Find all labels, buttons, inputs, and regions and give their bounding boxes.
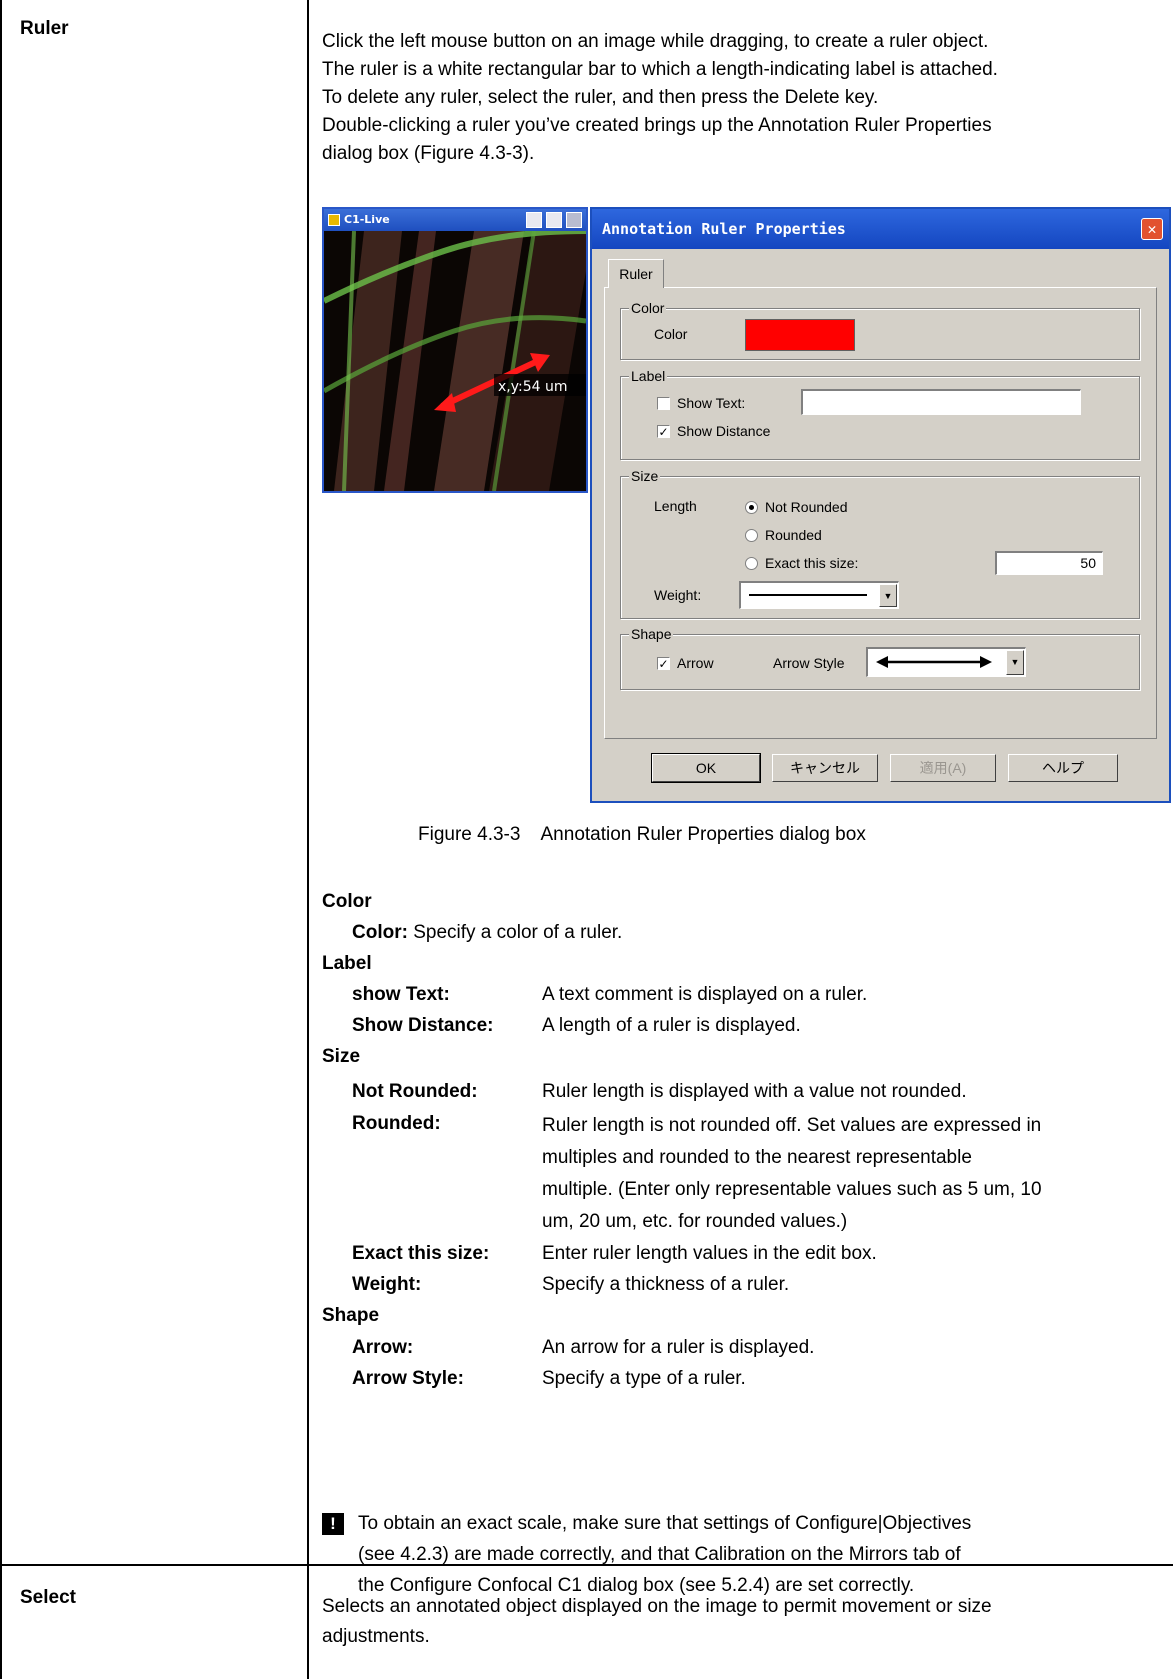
show-text-checkbox[interactable] xyxy=(657,397,670,410)
tab-ruler[interactable]: Ruler xyxy=(608,259,664,288)
weight-label: Weight: xyxy=(654,587,702,603)
note-line: (see 4.2.3) are made correctly, and that… xyxy=(358,1544,961,1565)
color-swatch-button[interactable] xyxy=(745,319,855,351)
intro-line: Click the left mouse button on an image … xyxy=(322,31,989,52)
exact-size-term: Exact this size: xyxy=(352,1243,490,1264)
label-heading: Label xyxy=(322,953,372,974)
chevron-down-icon[interactable]: ▼ xyxy=(1006,650,1024,675)
rounded-desc: Ruler length is not rounded off. Set val… xyxy=(542,1110,1172,1238)
exact-size-label: Exact this size: xyxy=(765,555,859,571)
intro-line: Double-clicking a ruler you’ve created b… xyxy=(322,115,992,136)
exact-size-desc: Enter ruler length values in the edit bo… xyxy=(542,1243,877,1264)
table-border-left xyxy=(0,0,2,1679)
select-line: Selects an annotated object displayed on… xyxy=(322,1596,992,1617)
select-description: Selects an annotated object displayed on… xyxy=(322,1592,1170,1652)
show-text-label: Show Text: xyxy=(677,395,746,411)
table-column-divider xyxy=(307,0,309,1679)
arrow-style-term: Arrow Style: xyxy=(352,1368,464,1389)
minimize-icon[interactable] xyxy=(526,212,542,228)
dialog-title: Annotation Ruler Properties xyxy=(602,220,846,238)
arrow-style-select[interactable]: ▼ xyxy=(866,647,1026,677)
arrow-term: Arrow: xyxy=(352,1337,414,1358)
rounded-desc-line: Ruler length is not rounded off. Set val… xyxy=(542,1115,1042,1136)
rounded-desc-line: multiple. (Enter only representable valu… xyxy=(542,1179,1042,1200)
live-image-window[interactable]: C1-Live x,y:54 um xyxy=(322,207,588,493)
arrow-style-label: Arrow Style xyxy=(773,655,845,671)
not-rounded-radio[interactable] xyxy=(745,501,758,514)
shape-group: Shape ✓ Arrow Arrow Style ▼ xyxy=(620,625,1140,690)
ok-button[interactable]: OK xyxy=(651,753,761,783)
rounded-radio[interactable] xyxy=(745,529,758,542)
select-line: adjustments. xyxy=(322,1626,430,1647)
maximize-icon[interactable] xyxy=(546,212,562,228)
show-text-field[interactable] xyxy=(801,389,1081,415)
label-group: Label Show Text: ✓ Show Distance xyxy=(620,367,1140,460)
chevron-down-icon[interactable]: ▼ xyxy=(879,584,897,607)
intro-line: dialog box (Figure 4.3-3). xyxy=(322,143,535,164)
microscope-image[interactable]: x,y:54 um xyxy=(324,231,586,491)
weight-desc: Specify a thickness of a ruler. xyxy=(542,1274,790,1295)
apply-button[interactable]: 適用(A) xyxy=(890,754,996,782)
dialog-titlebar[interactable]: Annotation Ruler Properties ✕ xyxy=(592,209,1169,249)
show-distance-term: Show Distance: xyxy=(352,1015,494,1036)
calibration-note: To obtain an exact scale, make sure that… xyxy=(358,1508,1168,1601)
color-group-label: Color xyxy=(629,299,667,317)
arrow-desc: An arrow for a ruler is displayed. xyxy=(542,1337,815,1358)
size-group-label: Size xyxy=(629,467,661,485)
exact-size-field[interactable]: 50 xyxy=(995,551,1103,575)
weight-preview xyxy=(749,594,867,596)
length-label: Length xyxy=(654,498,697,514)
size-group: Size Length Not Rounded Rounded Exact th… xyxy=(620,467,1140,619)
not-rounded-term: Not Rounded: xyxy=(352,1081,478,1102)
live-window-titlebar[interactable]: C1-Live xyxy=(324,209,586,231)
show-distance-desc: A length of a ruler is displayed. xyxy=(542,1015,801,1036)
shape-group-label: Shape xyxy=(629,625,674,643)
rounded-label: Rounded xyxy=(765,527,822,543)
ruler-intro: Click the left mouse button on an image … xyxy=(322,28,1170,168)
warning-icon: ! xyxy=(322,1513,344,1535)
rounded-desc-line: um, 20 um, etc. for rounded values.) xyxy=(542,1211,848,1232)
show-text-desc: A text comment is displayed on a ruler. xyxy=(542,984,868,1005)
arrow-style-desc: Specify a type of a ruler. xyxy=(542,1368,746,1389)
close-icon[interactable] xyxy=(566,212,582,228)
annotation-ruler-properties-dialog: Annotation Ruler Properties ✕ Ruler Colo… xyxy=(590,207,1171,803)
row-label-select: Select xyxy=(20,1587,76,1608)
help-button[interactable]: ヘルプ xyxy=(1008,754,1118,782)
app-icon xyxy=(328,214,340,226)
label-group-label: Label xyxy=(629,367,668,385)
exact-size-radio[interactable] xyxy=(745,557,758,570)
ruler-distance-label: x,y:54 um xyxy=(498,379,568,395)
figure-caption: Figure 4.3-3 Annotation Ruler Properties… xyxy=(418,824,866,845)
color-desc: Specify a color of a ruler. xyxy=(413,922,623,943)
size-heading: Size xyxy=(322,1046,361,1067)
intro-line: To delete any ruler, select the ruler, a… xyxy=(322,87,879,108)
weight-term: Weight: xyxy=(352,1274,422,1295)
weight-select[interactable]: ▼ xyxy=(739,581,899,609)
not-rounded-label: Not Rounded xyxy=(765,499,848,515)
color-heading: Color xyxy=(322,891,372,912)
show-distance-label: Show Distance xyxy=(677,423,771,439)
rounded-desc-line: multiples and rounded to the nearest rep… xyxy=(542,1147,972,1168)
note-line: To obtain an exact scale, make sure that… xyxy=(358,1513,972,1534)
show-distance-checkbox[interactable]: ✓ xyxy=(657,425,670,438)
shape-heading: Shape xyxy=(322,1305,380,1326)
row-label-ruler: Ruler xyxy=(20,18,69,39)
color-term: Color: xyxy=(352,922,408,943)
arrow-label: Arrow xyxy=(677,655,714,671)
live-window-title: C1-Live xyxy=(344,213,390,226)
show-text-term: show Text: xyxy=(352,984,450,1005)
intro-line: The ruler is a white rectangular bar to … xyxy=(322,59,998,80)
rounded-term: Rounded: xyxy=(352,1113,441,1134)
color-group: Color Color xyxy=(620,299,1140,360)
cancel-button[interactable]: キャンセル xyxy=(772,754,878,782)
color-entry: Color: Specify a color of a ruler. xyxy=(352,919,622,947)
double-arrow-icon xyxy=(876,656,992,668)
close-icon[interactable]: ✕ xyxy=(1141,218,1163,240)
tab-pane-ruler: Color Color Label Show Text: ✓ Show Dist… xyxy=(604,287,1157,739)
not-rounded-desc: Ruler length is displayed with a value n… xyxy=(542,1081,967,1102)
color-label: Color xyxy=(654,326,688,342)
arrow-checkbox[interactable]: ✓ xyxy=(657,657,670,670)
